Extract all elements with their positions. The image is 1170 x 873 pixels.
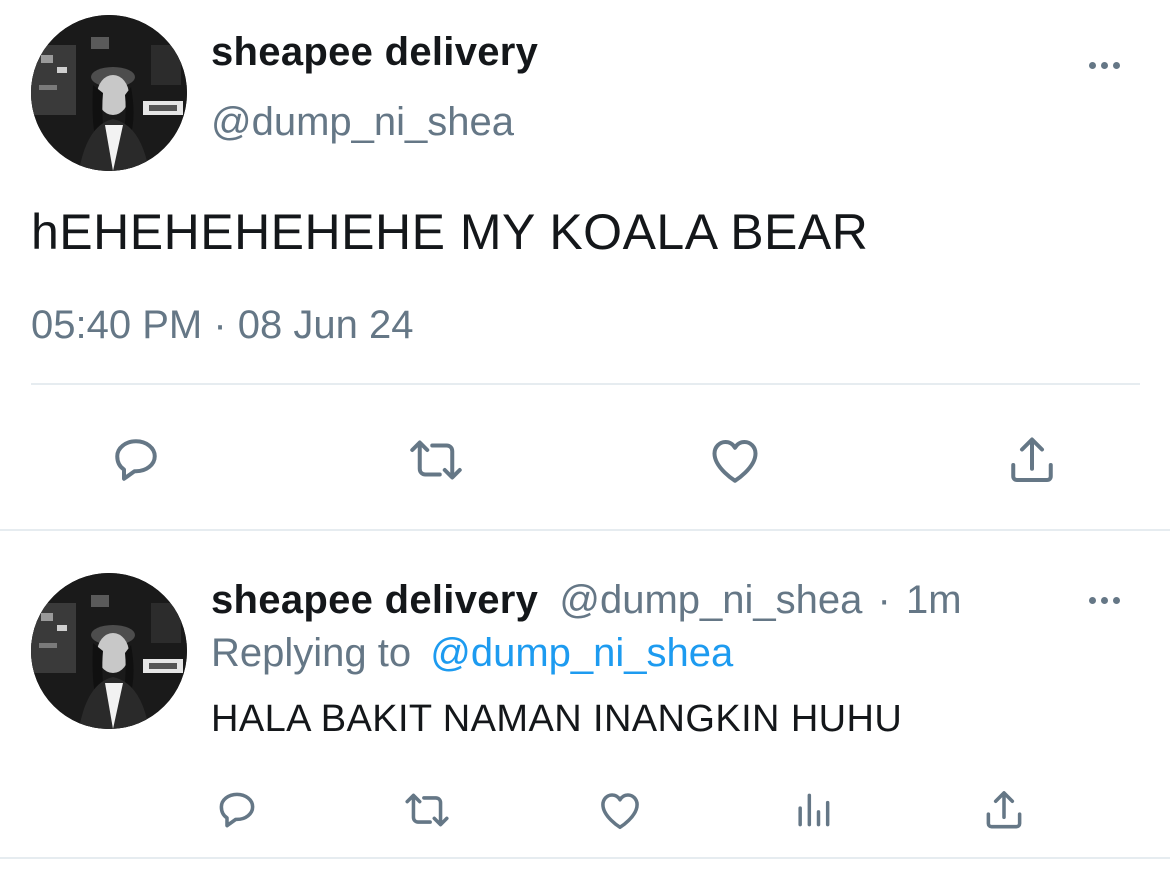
avatar[interactable] — [31, 15, 187, 171]
like-button[interactable] — [592, 783, 648, 837]
analytics-button[interactable] — [788, 785, 838, 835]
analytics-icon — [798, 793, 830, 827]
header-separator: · — [877, 578, 891, 622]
tweet-text: hEHEHEHEHEHE MY KOALA BEAR — [31, 204, 869, 260]
avatar-photo — [31, 573, 187, 729]
author-name[interactable]: sheapee delivery — [211, 578, 538, 622]
more-options-icon[interactable] — [1089, 597, 1120, 604]
share-icon — [986, 791, 1022, 829]
avatar-photo — [31, 15, 187, 171]
tweet-timestamp[interactable]: 05:40 PM · 08 Jun 24 — [31, 303, 413, 348]
avatar[interactable] — [31, 573, 187, 729]
tweet-thread: sheapee delivery @dump_ni_shea hEHEHEHEH… — [0, 0, 1170, 873]
share-button[interactable] — [977, 783, 1031, 837]
retweet-icon — [410, 440, 462, 480]
like-icon — [712, 440, 758, 483]
reply-icon — [219, 792, 255, 828]
reply-button[interactable] — [104, 428, 168, 492]
more-options-icon[interactable] — [1089, 62, 1120, 69]
divider — [0, 857, 1170, 859]
retweet-icon — [405, 793, 449, 827]
tweet-text: HALA BAKIT NAMAN INANGKIN HUHU — [211, 698, 903, 740]
author-name[interactable]: sheapee delivery — [211, 30, 538, 75]
author-handle[interactable]: @dump_ni_shea — [211, 100, 514, 145]
reply-button[interactable] — [210, 783, 264, 837]
share-icon — [1011, 437, 1053, 482]
like-icon — [601, 793, 639, 830]
replying-to-line: Replying to @dump_ni_shea — [211, 631, 733, 676]
retweet-button[interactable] — [397, 783, 457, 837]
divider — [0, 529, 1170, 531]
reply-header: sheapee delivery @dump_ni_shea · 1m — [211, 578, 962, 623]
retweet-button[interactable] — [401, 428, 471, 492]
replying-to-handle[interactable]: @dump_ni_shea — [430, 631, 733, 675]
like-button[interactable] — [703, 428, 767, 492]
divider — [31, 383, 1140, 385]
author-handle[interactable]: @dump_ni_shea — [559, 578, 862, 622]
reply-icon — [115, 439, 157, 481]
tweet-time-ago[interactable]: 1m — [906, 578, 962, 622]
share-button[interactable] — [1000, 428, 1064, 492]
replying-to-label: Replying to — [211, 631, 412, 675]
